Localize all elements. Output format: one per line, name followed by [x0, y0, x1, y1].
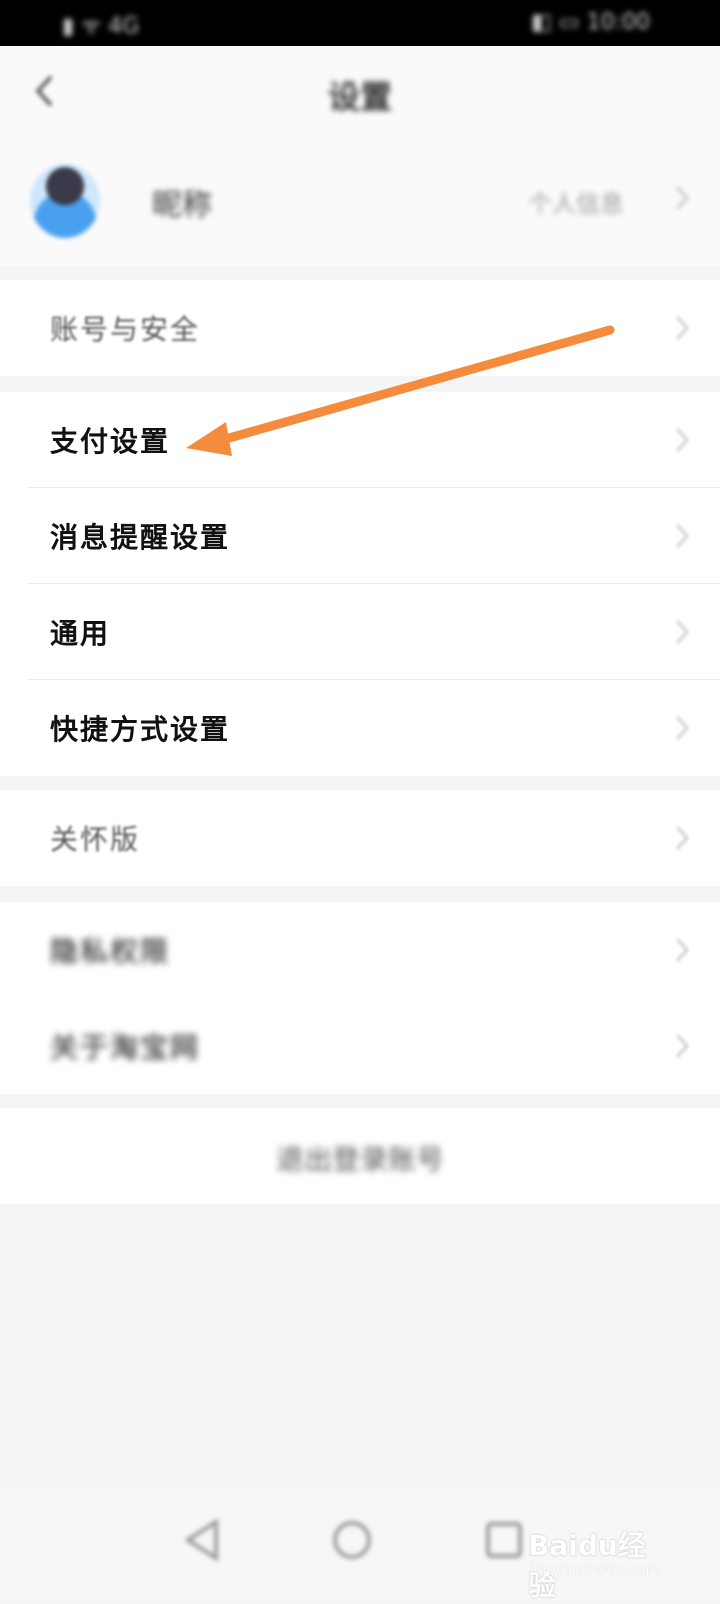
circle-home-icon — [333, 1521, 371, 1559]
settings-item-shortcuts[interactable]: 快捷方式设置 — [0, 680, 720, 776]
chevron-right-icon — [674, 184, 690, 216]
settings-item-label: 消息提醒设置 — [50, 521, 231, 554]
profile-row[interactable]: 昵称 个人信息 — [0, 140, 720, 266]
status-bar: ▮ ᯤ 4G ◧ ▭ 10:00 — [0, 0, 720, 46]
settings-group-account: 账号与安全 — [0, 280, 720, 376]
chevron-right-icon — [674, 714, 690, 742]
status-left: ▮ ᯤ 4G — [62, 14, 140, 39]
settings-item-label: 关怀版 — [50, 823, 141, 856]
system-home-button[interactable] — [330, 1518, 374, 1566]
baidu-watermark: Baidu经验 jingyan.baidu.com — [528, 1518, 668, 1602]
logout-label: 退出登录账号 — [275, 1143, 444, 1176]
settings-item-label: 通用 — [50, 617, 111, 650]
chevron-right-icon — [674, 1032, 690, 1060]
settings-item-payment[interactable]: 支付设置 — [0, 392, 720, 488]
system-back-button[interactable] — [182, 1518, 222, 1566]
settings-item-label: 关于淘宝网 — [50, 1031, 201, 1064]
status-right: ◧ ▭ 10:00 — [531, 10, 650, 35]
chevron-right-icon — [674, 618, 690, 646]
settings-item-care-mode[interactable]: 关怀版 — [0, 790, 720, 886]
settings-item-label: 隐私权限 — [50, 935, 171, 968]
settings-group-main: 支付设置 消息提醒设置 通用 快捷方式设置 — [0, 392, 720, 776]
triangle-back-icon — [184, 1518, 218, 1562]
chevron-right-icon — [674, 522, 690, 550]
logout-button[interactable]: 退出登录账号 — [0, 1108, 720, 1204]
chevron-right-icon — [674, 936, 690, 964]
settings-item-label: 快捷方式设置 — [50, 713, 231, 746]
settings-group-privacy: 隐私权限 关于淘宝网 — [0, 902, 720, 1094]
settings-item-label: 账号与安全 — [50, 313, 201, 346]
profile-hint: 个人信息 — [528, 190, 624, 218]
chevron-right-icon — [674, 426, 690, 454]
settings-item-label: 支付设置 — [50, 425, 171, 458]
profile-name: 昵称 — [152, 188, 212, 223]
page-title: 设置 — [327, 78, 392, 116]
settings-item-about[interactable]: 关于淘宝网 — [0, 998, 720, 1094]
settings-item-general[interactable]: 通用 — [0, 584, 720, 680]
avatar — [30, 164, 100, 238]
nav-bar: 设置 — [0, 46, 720, 140]
settings-item-account-security[interactable]: 账号与安全 — [0, 280, 720, 376]
settings-item-privacy[interactable]: 隐私权限 — [0, 902, 720, 998]
watermark-sub: jingyan.baidu.com — [530, 1562, 660, 1578]
chevron-right-icon — [674, 824, 690, 852]
system-recents-button[interactable] — [482, 1518, 526, 1566]
square-recents-icon — [486, 1522, 522, 1558]
settings-item-notifications[interactable]: 消息提醒设置 — [0, 488, 720, 584]
settings-group-care: 关怀版 — [0, 790, 720, 886]
chevron-right-icon — [674, 314, 690, 342]
